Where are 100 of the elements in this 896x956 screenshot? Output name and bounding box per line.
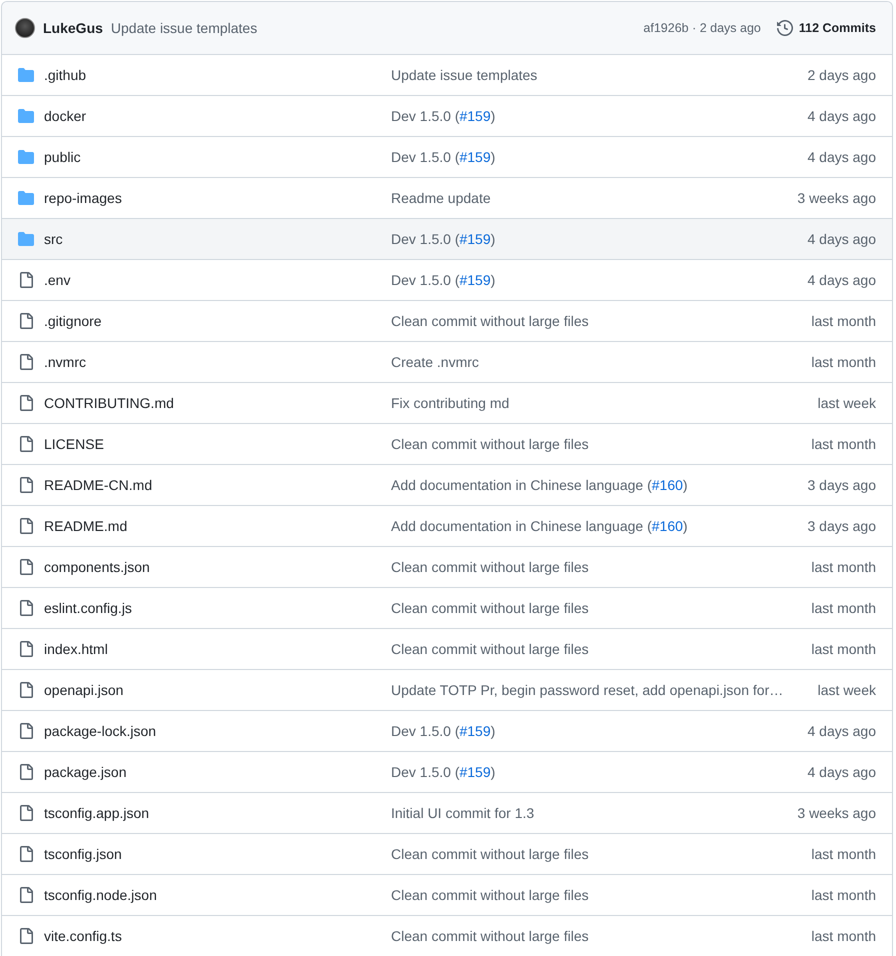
file-link[interactable]: index.html <box>44 641 108 657</box>
history-icon <box>776 20 793 36</box>
commit-message[interactable]: Dev 1.5.0 (#159) <box>391 764 496 780</box>
file-icon <box>18 436 34 452</box>
commit-hash-time[interactable]: af1926b · 2 days ago <box>643 21 761 35</box>
file-icon <box>18 354 34 370</box>
file-link[interactable]: tsconfig.node.json <box>44 887 157 903</box>
commit-date: last month <box>811 887 876 903</box>
commit-message[interactable]: Fix contributing md <box>391 395 510 411</box>
file-link[interactable]: eslint.config.js <box>44 600 132 616</box>
commit-date: last month <box>811 313 876 329</box>
commit-message[interactable]: Dev 1.5.0 (#159) <box>391 231 496 247</box>
file-link[interactable]: .env <box>44 272 70 288</box>
file-icon <box>18 518 34 534</box>
commit-message[interactable]: Readme update <box>391 190 491 206</box>
commit-message[interactable]: Create .nvmrc <box>391 354 479 370</box>
commit-date: last month <box>811 846 876 862</box>
folder-icon <box>18 231 34 247</box>
commit-message[interactable]: Clean commit without large files <box>391 600 589 616</box>
pull-request-link[interactable]: #159 <box>459 108 491 124</box>
file-link[interactable]: CONTRIBUTING.md <box>44 395 174 411</box>
commit-date: 4 days ago <box>808 723 876 739</box>
file-icon <box>18 805 34 821</box>
commit-message[interactable]: Dev 1.5.0 (#159) <box>391 723 496 739</box>
commit-message[interactable]: Update issue templates <box>391 67 538 83</box>
folder-icon <box>18 67 34 83</box>
commit-message[interactable]: Clean commit without large files <box>391 846 589 862</box>
pull-request-link[interactable]: #160 <box>652 477 683 493</box>
file-link[interactable]: tsconfig.json <box>44 846 122 862</box>
file-icon <box>18 764 34 780</box>
file-icon <box>18 887 34 903</box>
commit-message[interactable]: Clean commit without large files <box>391 436 589 452</box>
commit-date: last month <box>811 928 876 944</box>
commit-date: last month <box>811 600 876 616</box>
file-link[interactable]: package-lock.json <box>44 723 156 739</box>
commit-date: 4 days ago <box>808 272 876 288</box>
commit-date: 2 days ago <box>808 67 876 83</box>
commit-date: last month <box>811 641 876 657</box>
pull-request-link[interactable]: #159 <box>459 272 491 288</box>
folder-link[interactable]: docker <box>44 108 86 124</box>
commits-link[interactable]: 112 Commits <box>776 20 876 36</box>
file-icon <box>18 928 34 944</box>
file-icon <box>18 641 34 657</box>
commit-date: last month <box>811 436 876 452</box>
file-link[interactable]: .gitignore <box>44 313 102 329</box>
file-link[interactable]: tsconfig.app.json <box>44 805 150 821</box>
commit-message[interactable]: Initial UI commit for 1.3 <box>391 805 534 821</box>
pull-request-link[interactable]: #160 <box>652 518 683 534</box>
commit-date: 3 weeks ago <box>797 190 876 206</box>
commit-message[interactable]: Clean commit without large files <box>391 559 589 575</box>
file-link[interactable]: package.json <box>44 764 127 780</box>
commit-message[interactable]: Update issue templates <box>110 20 258 36</box>
commit-message[interactable]: Update TOTP Pr, begin password reset, add openapi.json for… <box>391 682 784 698</box>
commit-date: 3 days ago <box>808 477 876 493</box>
file-icon <box>18 477 34 493</box>
file-link[interactable]: vite.config.ts <box>44 928 122 944</box>
folder-link[interactable]: repo-images <box>44 190 122 206</box>
commit-message[interactable]: Add documentation in Chinese language (#160) <box>391 477 688 493</box>
file-icon <box>18 600 34 616</box>
file-link[interactable]: LICENSE <box>44 436 104 452</box>
folder-link[interactable]: .github <box>44 67 86 83</box>
commit-message[interactable]: Clean commit without large files <box>391 887 589 903</box>
folder-link[interactable]: src <box>44 231 63 247</box>
file-link[interactable]: components.json <box>44 559 150 575</box>
file-icon <box>18 272 34 288</box>
file-icon <box>18 313 34 329</box>
file-link[interactable]: README.md <box>44 518 128 534</box>
file-link[interactable]: openapi.json <box>44 682 124 698</box>
commit-date: last week <box>818 395 876 411</box>
commit-message[interactable]: Clean commit without large files <box>391 928 589 944</box>
file-icon <box>18 723 34 739</box>
file-link[interactable]: README-CN.md <box>44 477 152 493</box>
file-link[interactable]: .nvmrc <box>44 354 86 370</box>
file-icon <box>18 682 34 698</box>
file-icon <box>18 846 34 862</box>
commit-date: last month <box>811 354 876 370</box>
commit-date: 4 days ago <box>808 108 876 124</box>
pull-request-link[interactable]: #159 <box>459 149 491 165</box>
commit-date: 4 days ago <box>808 231 876 247</box>
commit-date: 3 weeks ago <box>797 805 876 821</box>
commit-date: 4 days ago <box>808 149 876 165</box>
commit-date: last month <box>811 559 876 575</box>
commit-message[interactable]: Clean commit without large files <box>391 641 589 657</box>
pull-request-link[interactable]: #159 <box>459 723 491 739</box>
folder-icon <box>18 190 34 206</box>
commit-message[interactable]: Dev 1.5.0 (#159) <box>391 108 496 124</box>
avatar[interactable] <box>15 18 35 38</box>
file-icon <box>18 559 34 575</box>
commit-date: 4 days ago <box>808 764 876 780</box>
author-link[interactable]: LukeGus <box>43 20 103 36</box>
file-icon <box>18 395 34 411</box>
commit-message[interactable]: Add documentation in Chinese language (#160) <box>391 518 688 534</box>
file-row[interactable]: src Dev 1.5.0 (#159) 4 days ago <box>2 219 892 260</box>
folder-link[interactable]: public <box>44 149 81 165</box>
folder-icon <box>18 108 34 124</box>
commit-message[interactable]: Clean commit without large files <box>391 313 589 329</box>
commit-message[interactable]: Dev 1.5.0 (#159) <box>391 149 496 165</box>
pull-request-link[interactable]: #159 <box>459 764 491 780</box>
commit-message[interactable]: Dev 1.5.0 (#159) <box>391 272 496 288</box>
pull-request-link[interactable]: #159 <box>459 231 491 247</box>
